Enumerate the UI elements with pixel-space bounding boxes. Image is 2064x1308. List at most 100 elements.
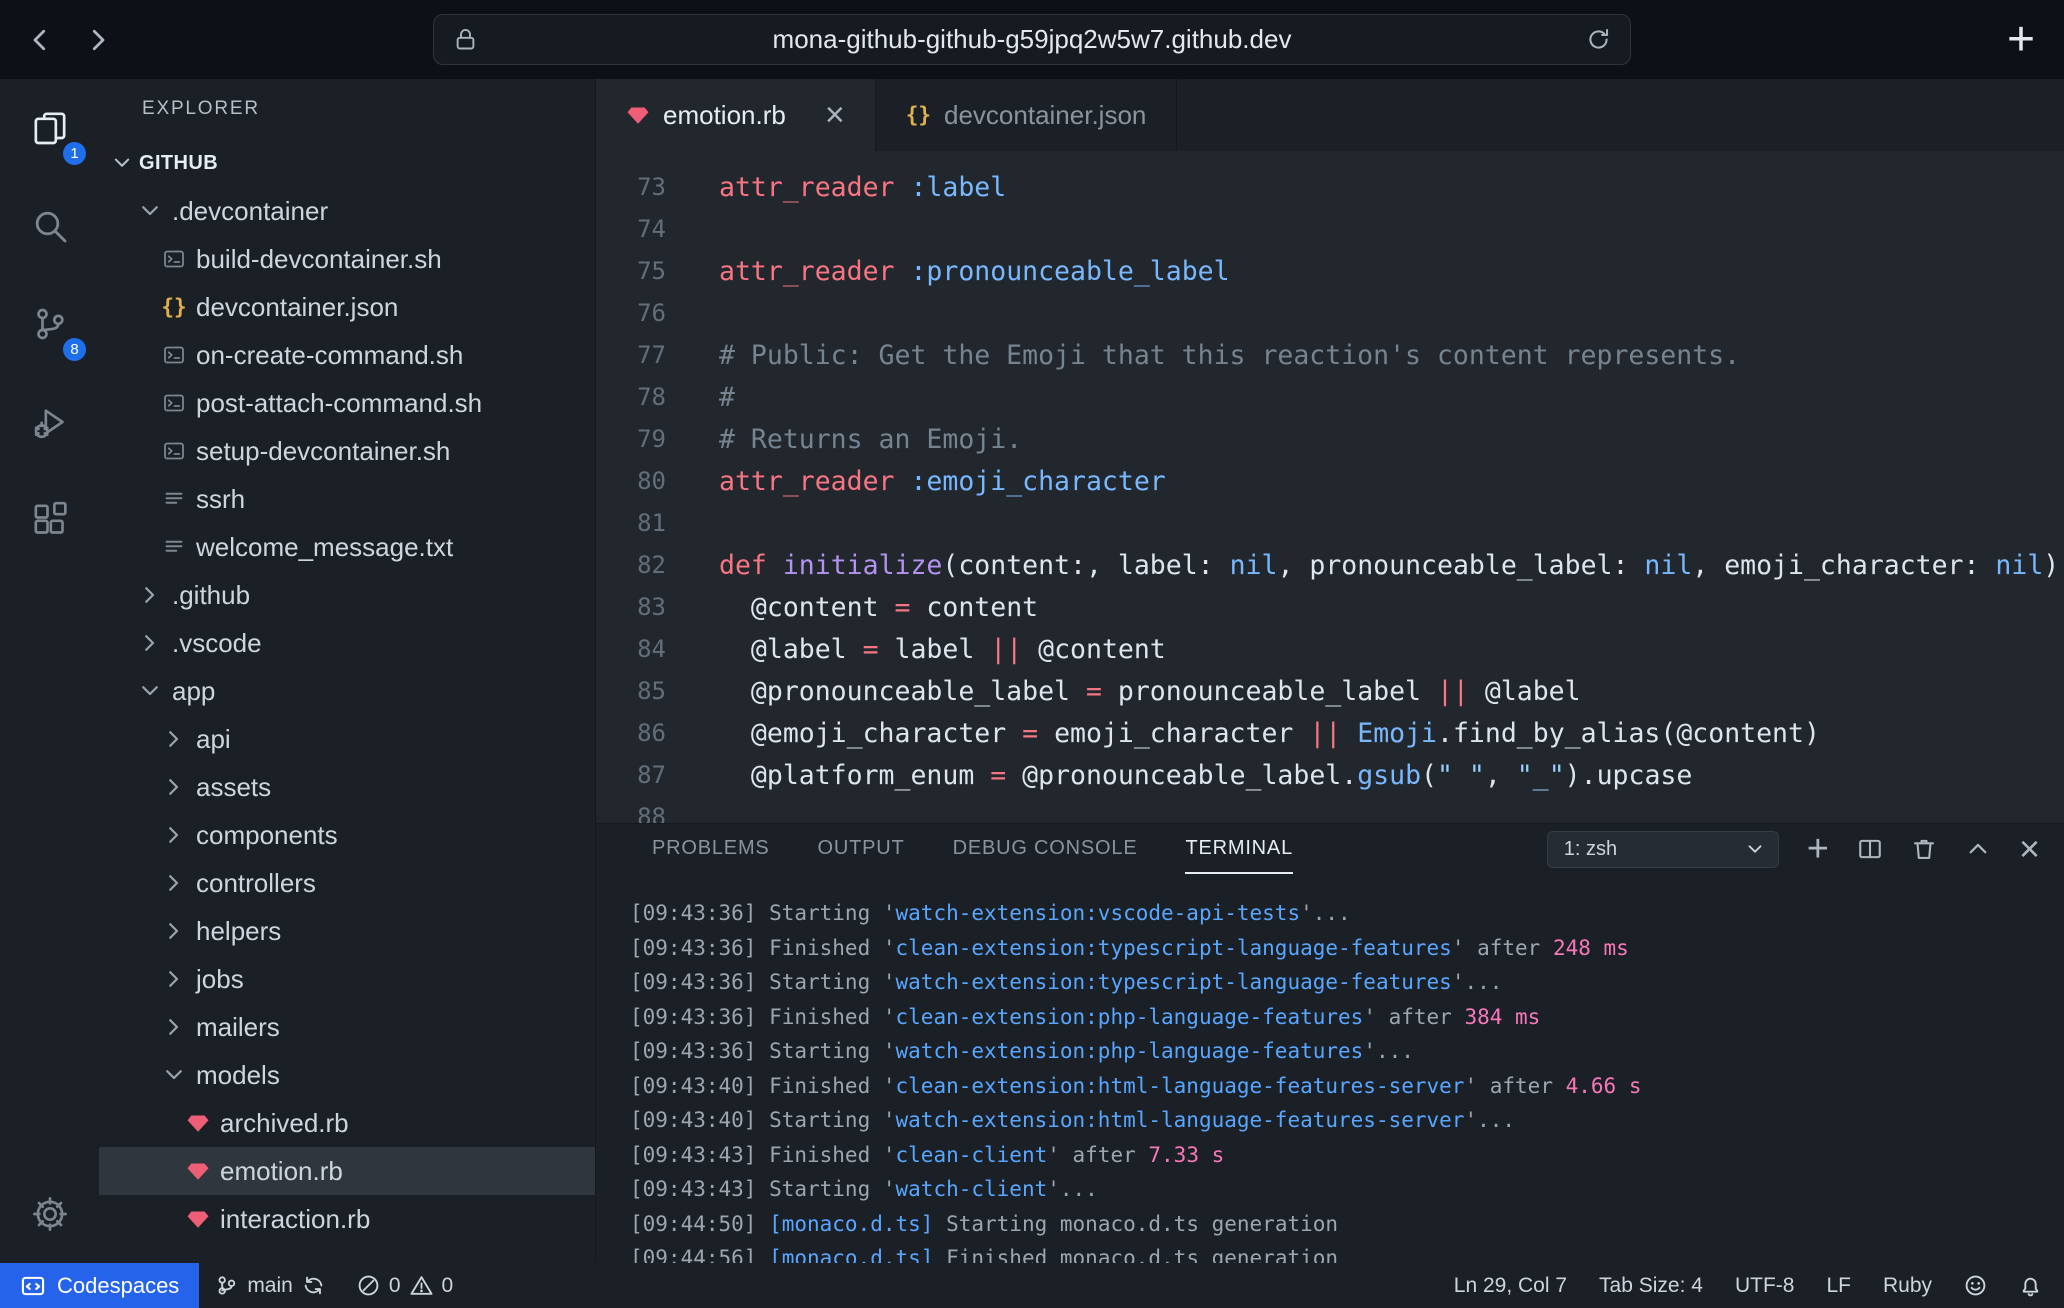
tree-item-setup-devcontainer.sh[interactable]: setup-devcontainer.sh: [99, 427, 595, 475]
new-tab-button[interactable]: +: [1992, 0, 2050, 79]
tree-item-helpers[interactable]: helpers: [99, 907, 595, 955]
tree-item-label: setup-devcontainer.sh: [196, 436, 450, 467]
chevron-right-icon: [161, 1014, 187, 1040]
screen: mona-github-github-g59jpq2w5w7.github.de…: [0, 0, 2064, 1308]
chevron-up-icon: [1965, 836, 1991, 862]
code-editor[interactable]: 73attr_reader :label7475attr_reader :pro…: [596, 151, 2064, 823]
ruby-file-icon: [185, 1158, 211, 1184]
code-text: # Public: Get the Emoji that this reacti…: [719, 340, 1740, 371]
tree-item-post-attach-command.sh[interactable]: post-attach-command.sh: [99, 379, 595, 427]
kill-terminal-button[interactable]: [1911, 836, 1937, 862]
activity-source-control-button[interactable]: 8: [0, 275, 99, 373]
status-bar: Codespaces main 0 0 Ln 29, Col 7 Tab Siz…: [0, 1263, 2064, 1308]
tree-item-components[interactable]: components: [99, 811, 595, 859]
close-panel-button[interactable]: ×: [2019, 831, 2040, 867]
activity-search-button[interactable]: [0, 177, 99, 275]
code-text: @pronounceable_label = pronounceable_lab…: [719, 676, 1581, 707]
tree-item-label: components: [196, 820, 338, 851]
forward-button[interactable]: [74, 16, 122, 64]
notifications-bell-button[interactable]: [2003, 1263, 2058, 1308]
panel-tab-problems[interactable]: PROBLEMS: [652, 824, 770, 874]
feedback-smiley-button[interactable]: [1948, 1263, 2003, 1308]
line-number: 74: [596, 215, 686, 243]
tab-size-item[interactable]: Tab Size: 4: [1583, 1263, 1719, 1308]
tree-item-on-create-command.sh[interactable]: on-create-command.sh: [99, 331, 595, 379]
url-bar[interactable]: mona-github-github-g59jpq2w5w7.github.de…: [433, 14, 1631, 65]
panel-tabs: PROBLEMS OUTPUT DEBUG CONSOLE TERMINAL: [652, 824, 1293, 874]
split-terminal-button[interactable]: [1857, 836, 1883, 862]
tree-item-ssrh[interactable]: ssrh: [99, 475, 595, 523]
code-text: @label = label || @content: [719, 634, 1166, 665]
tab-emotion-rb[interactable]: emotion.rb ×: [596, 79, 876, 151]
refresh-icon[interactable]: [1585, 26, 1612, 53]
panel-tab-terminal[interactable]: TERMINAL: [1185, 824, 1293, 874]
tree-item-app[interactable]: app: [99, 667, 595, 715]
tree-item-welcome_message.txt[interactable]: welcome_message.txt: [99, 523, 595, 571]
cursor-position-item[interactable]: Ln 29, Col 7: [1438, 1263, 1583, 1308]
activity-run-debug-button[interactable]: [0, 373, 99, 471]
panel-tab-output[interactable]: OUTPUT: [818, 824, 905, 874]
codespaces-remote-button[interactable]: Codespaces: [0, 1263, 199, 1308]
tree-item-.vscode[interactable]: .vscode: [99, 619, 595, 667]
tree-item-label: emotion.rb: [220, 1156, 343, 1187]
code-text: #: [719, 382, 735, 413]
sidebar-explorer: EXPLORER GITHUB .devcontainerbuild-devco…: [99, 79, 596, 1263]
terminal-shell-select[interactable]: 1: zsh: [1547, 831, 1779, 868]
sync-icon: [302, 1274, 325, 1297]
tree-item-models[interactable]: models: [99, 1051, 595, 1099]
tree-item-.github[interactable]: .github: [99, 571, 595, 619]
chevron-down-icon: [137, 678, 163, 704]
encoding-item[interactable]: UTF-8: [1719, 1263, 1811, 1308]
shell-file-icon: [161, 246, 187, 272]
eol-item[interactable]: LF: [1810, 1263, 1867, 1308]
branch-status-item[interactable]: main: [199, 1263, 341, 1308]
line-number: 83: [596, 593, 686, 621]
activity-extensions-button[interactable]: [0, 471, 99, 569]
line-number: 73: [596, 173, 686, 201]
explorer-badge: 1: [63, 142, 86, 165]
settings-button[interactable]: [0, 1165, 99, 1263]
tree-item-jobs[interactable]: jobs: [99, 955, 595, 1003]
code-line-75: 75attr_reader :pronounceable_label: [596, 250, 2064, 292]
code-line-74: 74: [596, 208, 2064, 250]
tree-item-devcontainer.json[interactable]: {}devcontainer.json: [99, 283, 595, 331]
terminal-output[interactable]: [09:43:36] Starting 'watch-extension:vsc…: [596, 874, 2064, 1263]
new-terminal-button[interactable]: +: [1807, 830, 1829, 868]
editor-group: emotion.rb × {} devcontainer.json 73attr…: [596, 79, 2064, 1263]
activity-explorer-button[interactable]: 1: [0, 79, 99, 177]
line-number: 77: [596, 341, 686, 369]
chevron-right-icon: [137, 582, 163, 608]
tree-item-mailers[interactable]: mailers: [99, 1003, 595, 1051]
url-text: mona-github-github-g59jpq2w5w7.github.de…: [479, 24, 1585, 55]
tree-item-.devcontainer[interactable]: .devcontainer: [99, 187, 595, 235]
tree-item-controllers[interactable]: controllers: [99, 859, 595, 907]
json-file-icon: {}: [161, 294, 187, 320]
chevron-right-icon: [161, 774, 187, 800]
lock-icon[interactable]: [452, 26, 479, 53]
tree-item-label: ssrh: [196, 484, 245, 515]
back-button[interactable]: [16, 16, 64, 64]
shell-file-icon: [161, 390, 187, 416]
line-number: 85: [596, 677, 686, 705]
tree-section-github[interactable]: GITHUB: [99, 139, 595, 187]
tree-item-api[interactable]: api: [99, 715, 595, 763]
json-file-icon: {}: [906, 103, 931, 127]
code-text: attr_reader :pronounceable_label: [719, 256, 1230, 287]
panel-controls: 1: zsh + ×: [1547, 830, 2040, 868]
tree-item-archived.rb[interactable]: archived.rb: [99, 1099, 595, 1147]
tree-item-assets[interactable]: assets: [99, 763, 595, 811]
tree-item-emotion.rb[interactable]: emotion.rb: [99, 1147, 595, 1195]
close-icon[interactable]: ×: [825, 98, 845, 132]
panel-tab-debug-console[interactable]: DEBUG CONSOLE: [953, 824, 1138, 874]
maximize-panel-button[interactable]: [1965, 836, 1991, 862]
tree-item-label: interaction.rb: [220, 1204, 370, 1235]
tab-devcontainer-json[interactable]: {} devcontainer.json: [876, 79, 1178, 151]
problems-status-item[interactable]: 0 0: [341, 1263, 469, 1308]
tree-item-interaction.rb[interactable]: interaction.rb: [99, 1195, 595, 1243]
tree-item-build-devcontainer.sh[interactable]: build-devcontainer.sh: [99, 235, 595, 283]
code-line-84: 84 @label = label || @content: [596, 628, 2064, 670]
code-text: # Returns an Emoji.: [719, 424, 1022, 455]
tree-item-label: archived.rb: [220, 1108, 349, 1139]
line-number: 80: [596, 467, 686, 495]
language-mode-item[interactable]: Ruby: [1867, 1263, 1948, 1308]
